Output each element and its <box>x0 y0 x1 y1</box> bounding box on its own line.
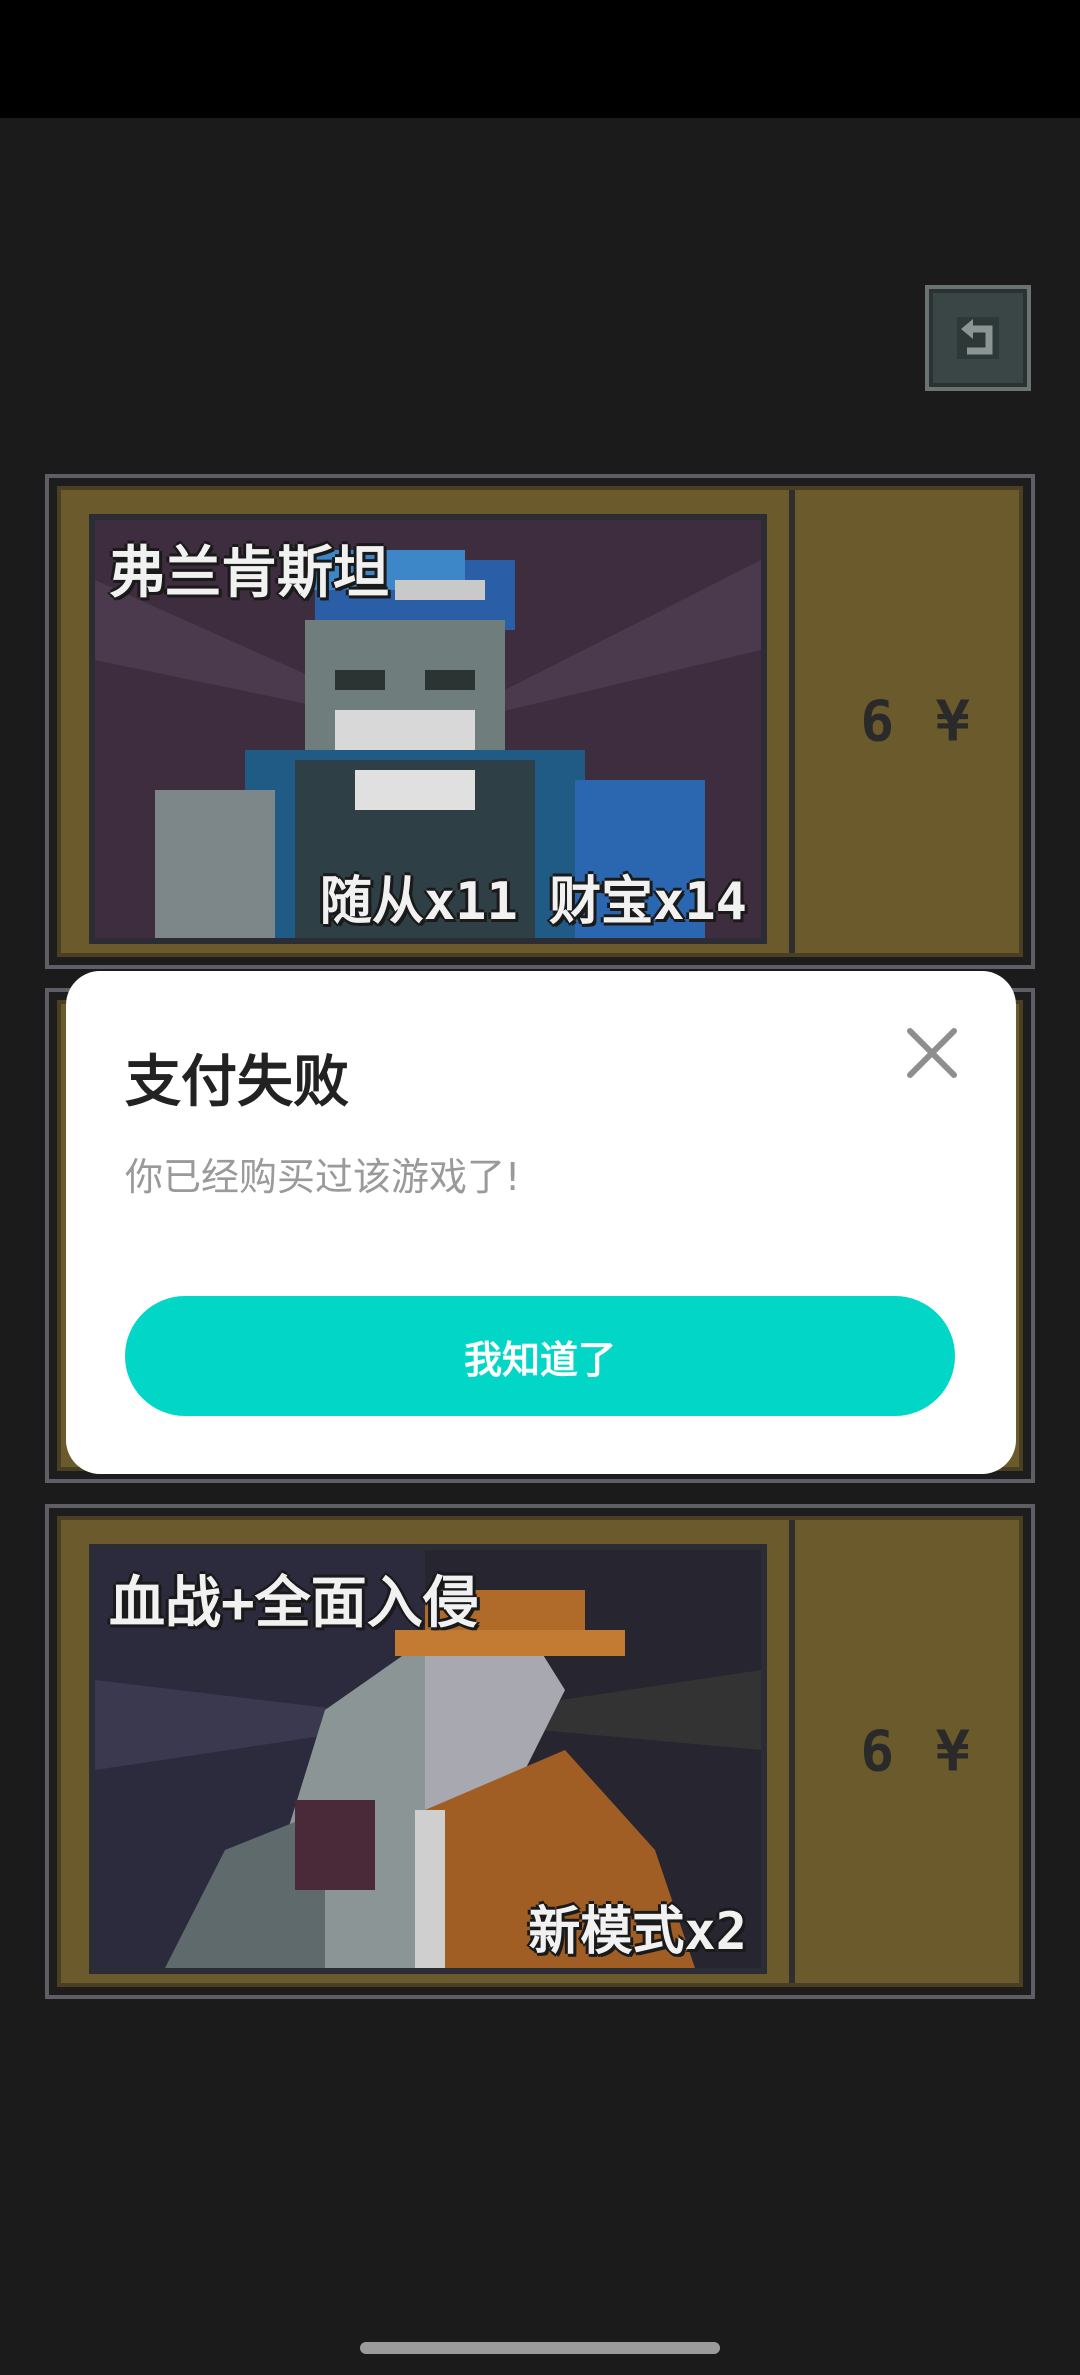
product-art-frankenstein: 弗兰肯斯坦 随从x11 财宝x14 <box>89 514 767 944</box>
product-title: 弗兰肯斯坦 <box>109 541 389 606</box>
product-title: 血战+全面入侵 <box>109 1571 479 1636</box>
status-bar <box>0 0 1080 118</box>
product-bonus: 新模式x2 <box>528 1902 747 1962</box>
product-art-bloodbath: 血战+全面入侵 新模式x2 <box>89 1544 767 1974</box>
price-label: 6 ¥ <box>860 1719 974 1784</box>
dialog-message: 你已经购买过该游戏了! <box>125 1155 521 1199</box>
product-bonus: 随从x11 财宝x14 <box>319 872 747 932</box>
price-button[interactable]: 6 ¥ <box>789 1520 1039 1983</box>
card-frame: 弗兰肯斯坦 随从x11 财宝x14 6 ¥ <box>57 486 1023 957</box>
home-indicator[interactable] <box>360 2342 720 2354</box>
product-card-frankenstein[interactable]: 弗兰肯斯坦 随从x11 财宝x14 6 ¥ <box>45 474 1035 969</box>
price-label: 6 ¥ <box>860 689 974 754</box>
confirm-button[interactable]: 我知道了 <box>125 1296 955 1416</box>
back-button[interactable] <box>925 285 1031 391</box>
payment-failed-dialog: 支付失败 你已经购买过该游戏了! 我知道了 <box>66 971 1016 1474</box>
close-button[interactable] <box>902 1023 962 1083</box>
product-card-bloodbath[interactable]: 血战+全面入侵 新模式x2 6 ¥ <box>45 1504 1035 1999</box>
close-icon <box>907 1028 957 1078</box>
price-button[interactable]: 6 ¥ <box>789 490 1039 953</box>
card-frame: 血战+全面入侵 新模式x2 6 ¥ <box>57 1516 1023 1987</box>
back-arrow-icon <box>957 317 999 359</box>
dialog-title: 支付失败 <box>125 1050 349 1115</box>
